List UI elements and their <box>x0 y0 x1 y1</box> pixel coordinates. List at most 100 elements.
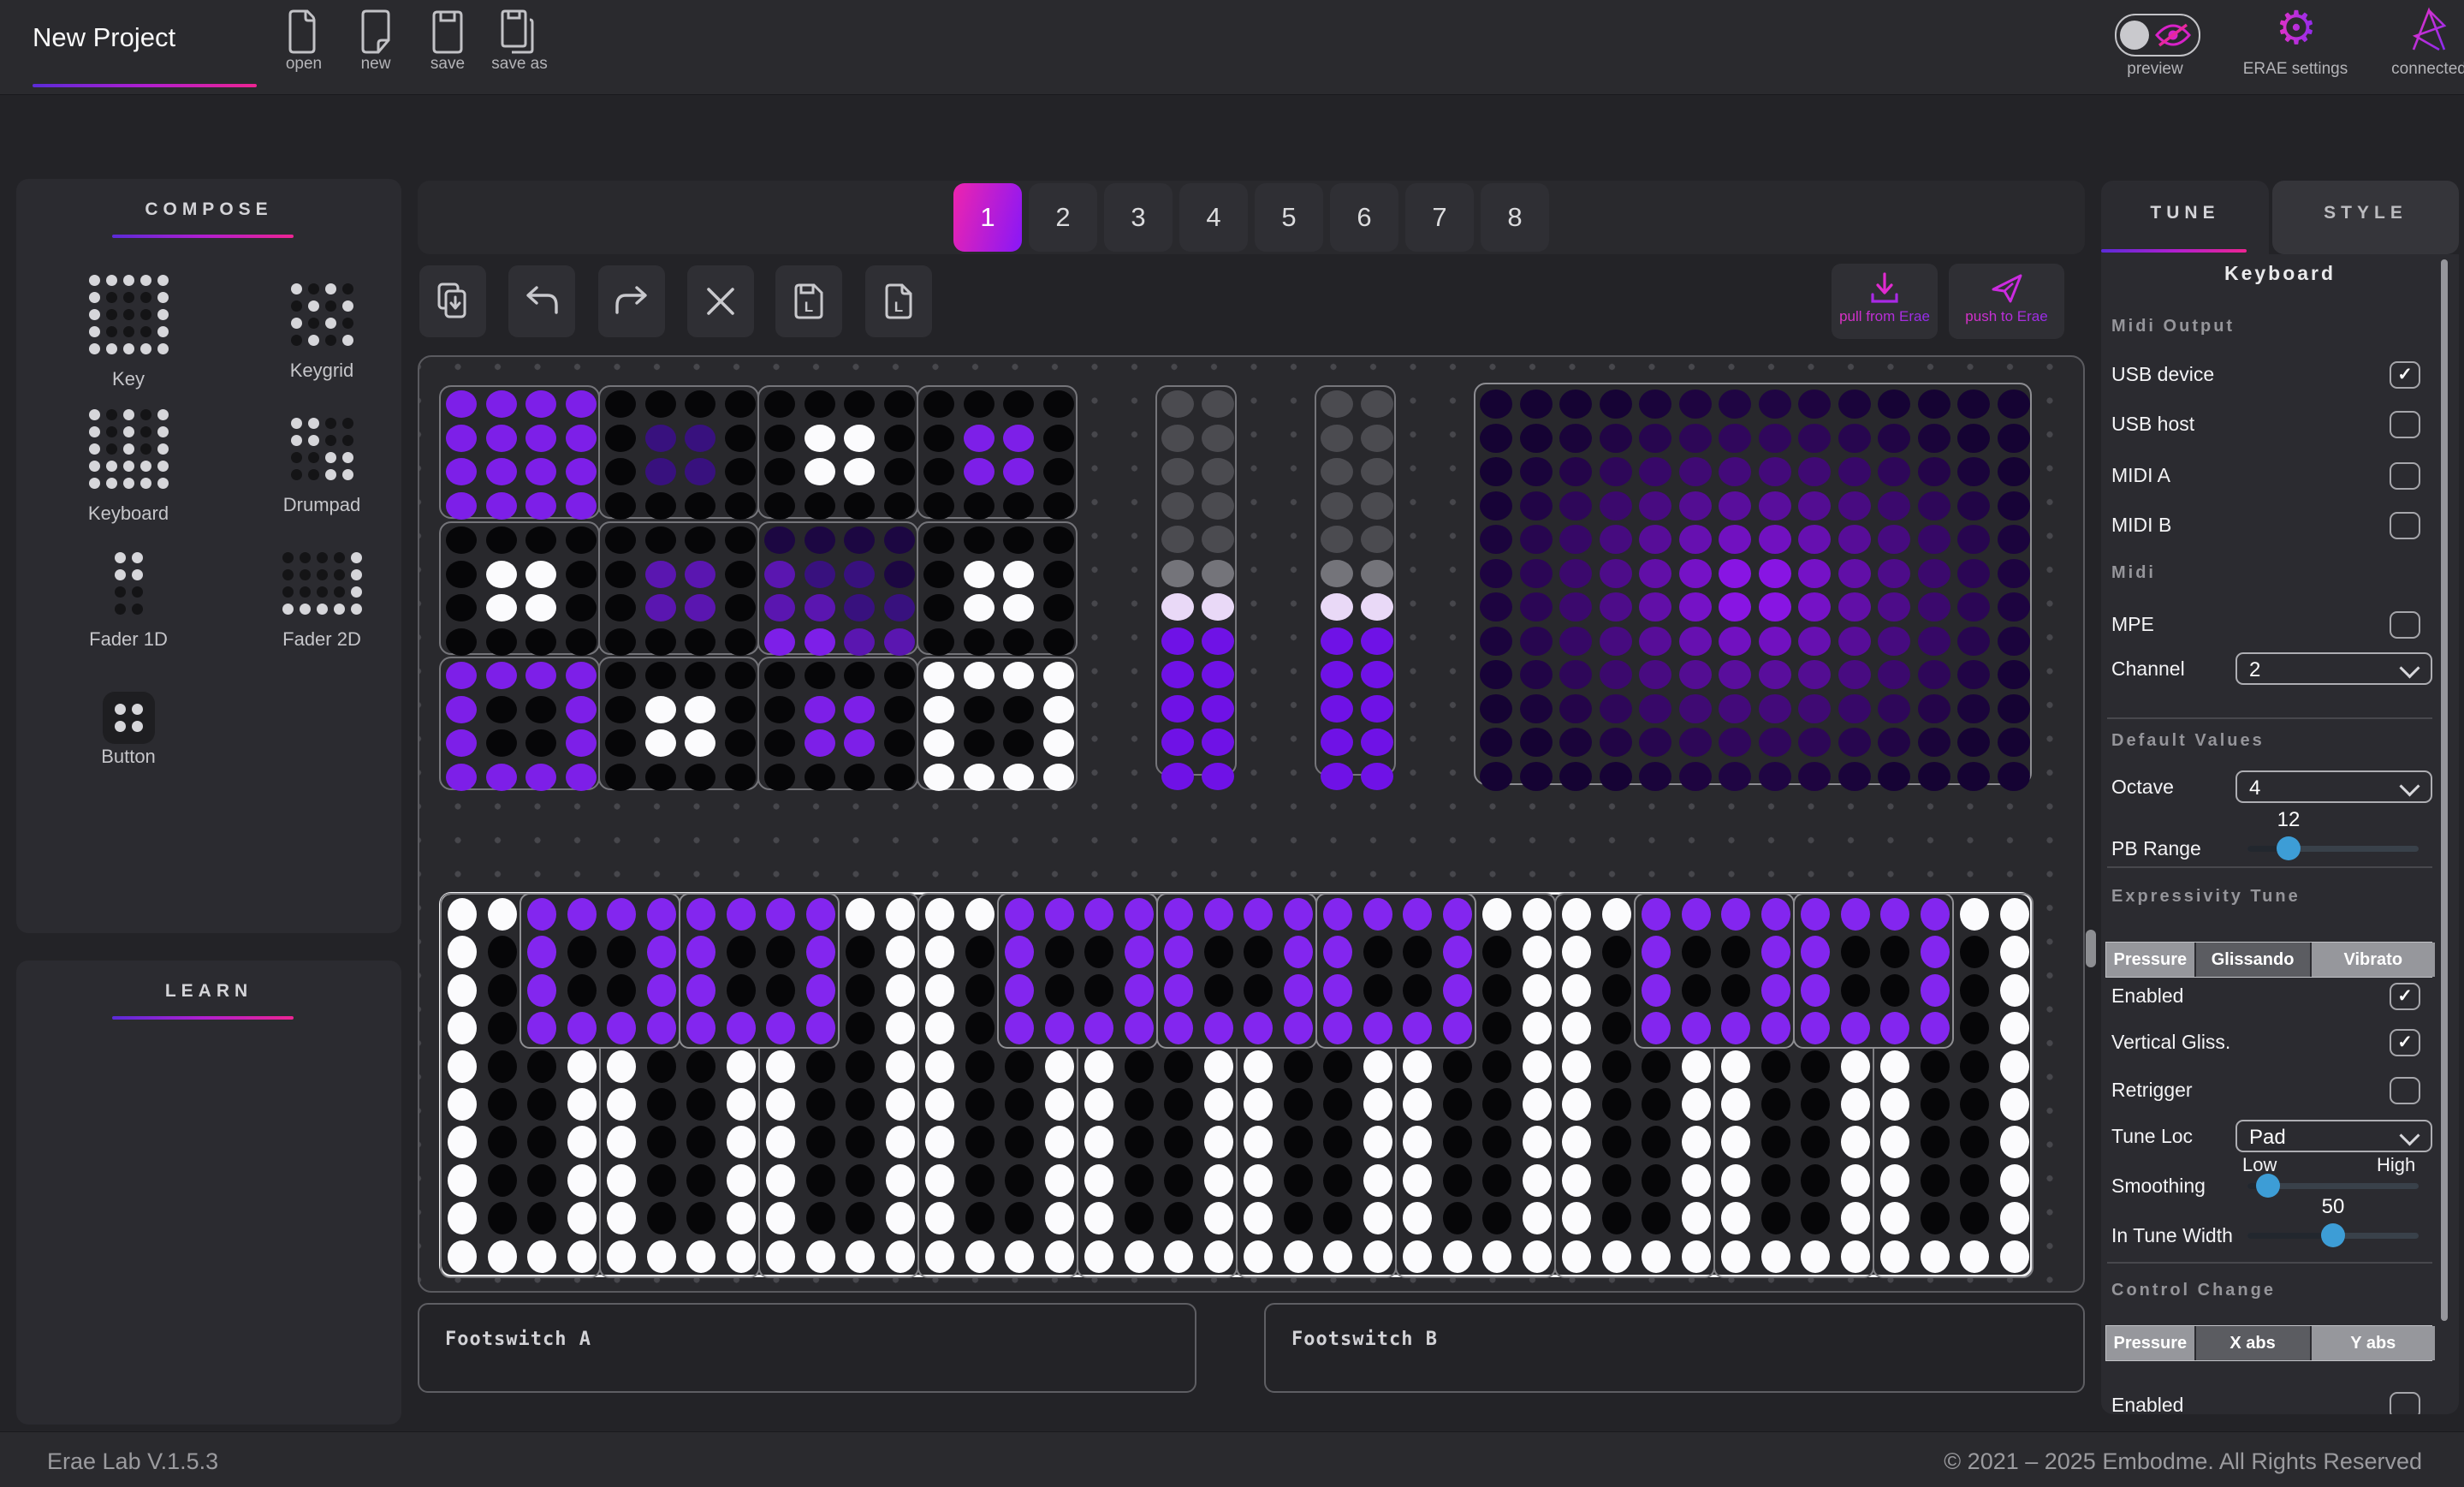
load-layout-button[interactable]: L <box>865 265 932 337</box>
led-dot <box>1639 525 1671 554</box>
tab-tune[interactable]: TUNE <box>2101 181 2269 254</box>
led-dot <box>1005 1240 1034 1273</box>
slider-in-tune-width[interactable] <box>2247 1233 2419 1239</box>
segment-pressure[interactable]: Pressure <box>2106 943 2196 977</box>
led-dot <box>1878 660 1910 689</box>
checkbox-mpe[interactable] <box>2390 611 2420 639</box>
led-dot <box>1284 898 1313 931</box>
zone-keygrid[interactable] <box>1474 383 2032 785</box>
slider-knob-in-tune-width[interactable] <box>2321 1223 2345 1247</box>
segment-x-abs[interactable]: X abs <box>2196 1326 2312 1360</box>
slider-low-label: Low <box>2242 1154 2277 1176</box>
led-dot <box>1361 458 1393 485</box>
icon-dot <box>342 418 353 429</box>
new-button[interactable]: new <box>340 9 412 74</box>
led-dot <box>566 458 597 485</box>
zone-pad-c4[interactable] <box>917 657 1078 790</box>
duplicate-button[interactable] <box>419 265 486 337</box>
undo-button[interactable] <box>508 265 575 337</box>
led-canvas[interactable] <box>418 355 2085 1293</box>
segment-glissando[interactable]: Glissando <box>2196 943 2312 977</box>
led-dot <box>1003 492 1034 520</box>
zone-pad-b4[interactable] <box>917 521 1078 655</box>
led-dot <box>1798 491 1831 520</box>
zone-pad-b3[interactable] <box>757 521 918 655</box>
zone-pad-a4[interactable] <box>917 385 1078 519</box>
led-dot <box>1841 1088 1870 1121</box>
zone-keyboard[interactable] <box>439 892 2033 1277</box>
project-title[interactable]: New Project <box>33 22 175 53</box>
toggle-knob[interactable] <box>2120 21 2149 50</box>
push-to-erae-button[interactable]: push to Erae <box>1949 264 2064 339</box>
led-dot <box>567 1126 597 1158</box>
dropdown-tune-loc[interactable]: Pad <box>2235 1120 2432 1152</box>
led-dot <box>685 729 715 757</box>
tab-style[interactable]: STYLE <box>2272 181 2459 254</box>
slider-pb-range[interactable] <box>2247 846 2419 852</box>
icon-dot <box>342 300 353 312</box>
preview-toggle[interactable] <box>2115 14 2200 57</box>
zone-pad-b2[interactable] <box>598 521 759 655</box>
checkbox-enabled-2[interactable] <box>2390 1392 2420 1414</box>
page-tab-5[interactable]: 5 <box>1255 183 1323 252</box>
checkbox-midi-a[interactable] <box>2390 462 2420 490</box>
page-tab-3[interactable]: 3 <box>1104 183 1173 252</box>
pull-from-erae-button[interactable]: pull from Erae <box>1832 264 1938 339</box>
checkbox-enabled[interactable]: ✓ <box>2390 983 2420 1010</box>
zone-pad-b1[interactable] <box>439 521 600 655</box>
icon-dot <box>140 443 151 455</box>
led-dot <box>1998 627 2030 656</box>
panel-scrollbar-thumb[interactable] <box>2441 259 2448 1321</box>
dropdown-value-channel: 2 <box>2249 658 2260 682</box>
led-dot <box>1005 974 1034 1007</box>
segment-y-abs[interactable]: Y abs <box>2312 1326 2435 1360</box>
zone-pad-c3[interactable] <box>757 657 918 790</box>
page-tab-2[interactable]: 2 <box>1029 183 1097 252</box>
segment-pressure[interactable]: Pressure <box>2106 1326 2196 1360</box>
redo-button[interactable] <box>598 265 665 337</box>
checkbox-midi-b[interactable] <box>2390 512 2420 539</box>
slider-knob-pb-range[interactable] <box>2277 836 2301 860</box>
canvas-scrollbar-thumb[interactable] <box>2086 930 2096 967</box>
zone-pad-a2[interactable] <box>598 385 759 519</box>
checkbox-usb-host[interactable] <box>2390 411 2420 438</box>
led-dot <box>645 390 676 418</box>
zone-fader-2[interactable] <box>1315 385 1396 776</box>
zone-pad-c1[interactable] <box>439 657 600 790</box>
checkbox-usb-device[interactable]: ✓ <box>2390 361 2420 389</box>
led-dot <box>1721 898 1750 931</box>
checkbox-vertical-gliss[interactable]: ✓ <box>2390 1029 2420 1056</box>
page-tab-4[interactable]: 4 <box>1179 183 1248 252</box>
footswitch-a-zone[interactable]: Footswitch A <box>418 1303 1196 1393</box>
page-tab-1[interactable]: 1 <box>953 183 1022 252</box>
open-button[interactable]: open <box>268 9 340 74</box>
icon-dot <box>132 552 143 563</box>
save-button[interactable]: save <box>412 9 484 74</box>
checkbox-retrigger[interactable] <box>2390 1077 2420 1104</box>
dropdown-octave[interactable]: 4 <box>2235 770 2432 803</box>
led-dot <box>685 696 715 723</box>
slider-knob-smoothing[interactable] <box>2256 1174 2280 1198</box>
zone-fader-1[interactable] <box>1155 385 1237 776</box>
footswitch-b-zone[interactable]: Footswitch B <box>1264 1303 2085 1393</box>
delete-button[interactable] <box>687 265 754 337</box>
led-dot <box>1164 1240 1193 1273</box>
led-dot <box>1361 560 1393 587</box>
save-layout-button[interactable]: L <box>775 265 842 337</box>
led-dot <box>1679 694 1712 723</box>
page-tab-7[interactable]: 7 <box>1405 183 1474 252</box>
zone-pad-a3[interactable] <box>757 385 918 519</box>
zone-pad-c2[interactable] <box>598 657 759 790</box>
page-tab-8[interactable]: 8 <box>1481 183 1549 252</box>
save-as-button[interactable]: save as <box>484 9 555 74</box>
page-tab-6[interactable]: 6 <box>1330 183 1398 252</box>
led-dot <box>727 1164 756 1197</box>
segment-vibrato[interactable]: Vibrato <box>2312 943 2435 977</box>
led-dot <box>1719 457 1751 486</box>
erae-settings-button[interactable]: ⚙ <box>2272 5 2320 51</box>
zone-pad-a1[interactable] <box>439 385 600 519</box>
dropdown-channel[interactable]: 2 <box>2235 652 2432 685</box>
led-dot <box>1161 729 1194 756</box>
led-dot <box>884 729 915 757</box>
slider-smoothing[interactable] <box>2247 1183 2419 1189</box>
